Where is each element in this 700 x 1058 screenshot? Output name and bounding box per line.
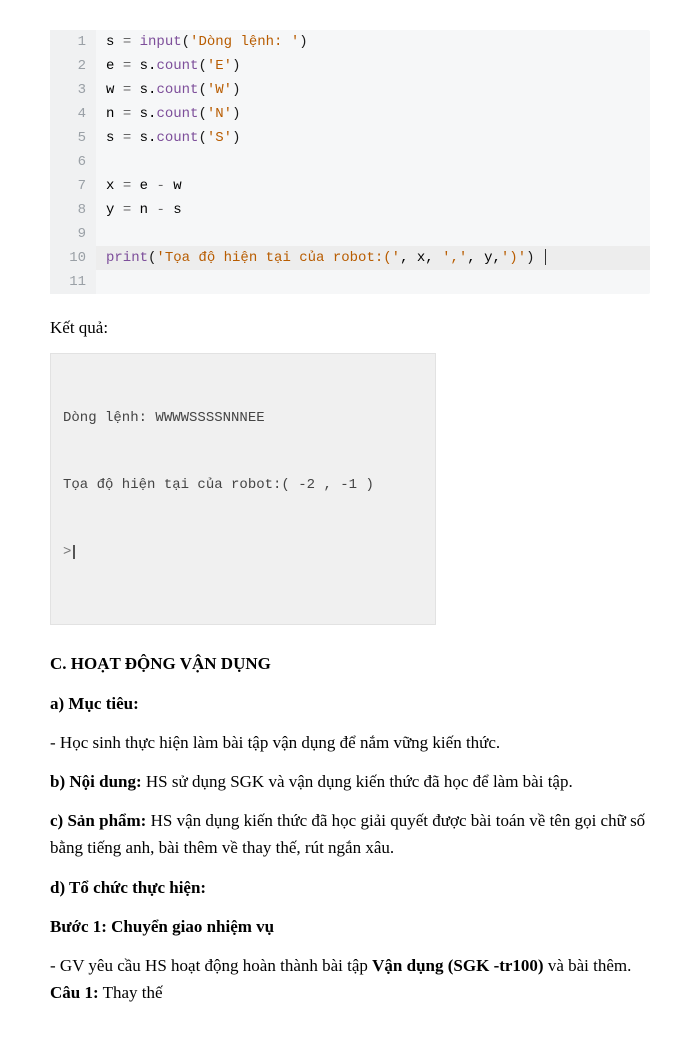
- code-line: 11: [50, 270, 650, 294]
- task-bold: Vận dụng (SGK -tr100): [372, 956, 543, 975]
- line-number: 7: [50, 174, 96, 198]
- line-number: 5: [50, 126, 96, 150]
- output-line: Tọa độ hiện tại của robot:( -2 , -1 ): [63, 474, 423, 496]
- line-number: 6: [50, 150, 96, 174]
- code-line: 9: [50, 222, 650, 246]
- section-heading-c: C. HOẠT ĐỘNG VẬN DỤNG: [50, 650, 650, 677]
- code-content: e = s.count('E'): [96, 54, 650, 78]
- line-number: 3: [50, 78, 96, 102]
- code-line: 6: [50, 150, 650, 174]
- output-line: Dòng lệnh: WWWWSSSSNNNEE: [63, 407, 423, 429]
- code-content: y = n - s: [96, 198, 650, 222]
- code-line: 5s = s.count('S'): [50, 126, 650, 150]
- line-number: 11: [50, 270, 96, 294]
- code-content: s = s.count('S'): [96, 126, 650, 150]
- subsection-b-label: b) Nội dung:: [50, 772, 142, 791]
- line-number: 10: [50, 246, 96, 270]
- cau1-text: Thay thế: [99, 983, 163, 1002]
- subsection-c-label: c) Sản phẩm:: [50, 811, 146, 830]
- line-number: 4: [50, 102, 96, 126]
- line-number: 9: [50, 222, 96, 246]
- subsection-a-text: - Học sinh thực hiện làm bài tập vận dụn…: [50, 729, 650, 756]
- code-line: 2e = s.count('E'): [50, 54, 650, 78]
- subsection-a: a) Mục tiêu:: [50, 690, 650, 717]
- subsection-a-label: a) Mục tiêu:: [50, 694, 139, 713]
- task-pre: - GV yêu cầu HS hoạt động hoàn thành bài…: [50, 956, 372, 975]
- line-number: 2: [50, 54, 96, 78]
- line-number: 1: [50, 30, 96, 54]
- code-line: 8y = n - s: [50, 198, 650, 222]
- subsection-b: b) Nội dung: HS sử dụng SGK và vận dụng …: [50, 768, 650, 795]
- output-terminal: Dòng lệnh: WWWWSSSSNNNEE Tọa độ hiện tại…: [50, 353, 436, 625]
- step-1-heading: Bước 1: Chuyển giao nhiệm vụ: [50, 913, 650, 940]
- code-content: x = e - w: [96, 174, 650, 198]
- subsection-c: c) Sản phẩm: HS vận dụng kiến thức đã họ…: [50, 807, 650, 861]
- code-line: 1s = input('Dòng lệnh: '): [50, 30, 650, 54]
- code-line: 4n = s.count('N'): [50, 102, 650, 126]
- code-content: [96, 270, 650, 294]
- code-line: 7x = e - w: [50, 174, 650, 198]
- task-line: - GV yêu cầu HS hoạt động hoàn thành bài…: [50, 952, 650, 1006]
- result-label: Kết quả:: [50, 314, 650, 341]
- code-content: [96, 222, 650, 246]
- code-line: 10print('Tọa độ hiện tại của robot:(', x…: [50, 246, 650, 270]
- code-editor: 1s = input('Dòng lệnh: ')2e = s.count('E…: [50, 30, 650, 294]
- output-prompt: >: [63, 541, 423, 563]
- code-line: 3w = s.count('W'): [50, 78, 650, 102]
- code-content: print('Tọa độ hiện tại của robot:(', x, …: [96, 246, 650, 270]
- code-content: s = input('Dòng lệnh: '): [96, 30, 650, 54]
- code-content: [96, 150, 650, 174]
- code-content: n = s.count('N'): [96, 102, 650, 126]
- task-post: và bài thêm.: [544, 956, 632, 975]
- subsection-d-label: d) Tổ chức thực hiện:: [50, 874, 650, 901]
- code-content: w = s.count('W'): [96, 78, 650, 102]
- line-number: 8: [50, 198, 96, 222]
- subsection-b-text: HS sử dụng SGK và vận dụng kiến thức đã …: [142, 772, 573, 791]
- cau1-label: Câu 1:: [50, 983, 99, 1002]
